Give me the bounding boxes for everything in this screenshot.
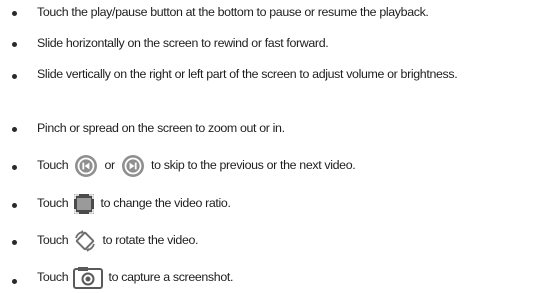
touch-label: Touch	[37, 158, 69, 172]
instruction-rest: to capture a screenshot.	[108, 270, 234, 284]
instruction-rest: to rotate the video.	[102, 233, 199, 247]
instruction-rest: to skip to the previous or the next vide…	[151, 158, 356, 172]
instruction-text: Touch or to skip to the previous or the …	[37, 150, 356, 180]
rotate-icon	[73, 229, 97, 253]
bullet	[12, 74, 17, 79]
video-ratio-icon	[73, 193, 95, 215]
instruction-text: Touch to capture a screenshot.	[37, 262, 233, 292]
or-label: or	[104, 158, 116, 172]
skip-next-icon	[120, 154, 146, 178]
bullet	[12, 279, 17, 284]
instruction-text: Touch to change the video ratio.	[37, 188, 231, 218]
bullet	[12, 165, 17, 170]
instruction-list: Touch the play/pause button at the botto…	[0, 0, 560, 293]
bullet	[12, 240, 17, 245]
screenshot-camera-icon	[73, 266, 104, 289]
instruction-text: Pinch or spread on the screen to zoom ou…	[37, 121, 285, 135]
instruction-text: Touch the play/pause button at the botto…	[37, 5, 429, 19]
skip-previous-icon	[73, 154, 99, 178]
touch-label: Touch	[37, 196, 69, 210]
touch-label: Touch	[37, 233, 69, 247]
instruction-text: Touch to rotate the video.	[37, 225, 199, 255]
instruction-rest: to change the video ratio.	[100, 196, 231, 210]
instruction-text: Slide horizontally on the screen to rewi…	[37, 36, 329, 50]
touch-label: Touch	[37, 270, 69, 284]
bullet	[12, 11, 17, 16]
bullet	[12, 203, 17, 208]
bullet	[12, 42, 17, 47]
instruction-text: Slide vertically on the right or left pa…	[37, 67, 458, 81]
bullet	[12, 127, 17, 132]
